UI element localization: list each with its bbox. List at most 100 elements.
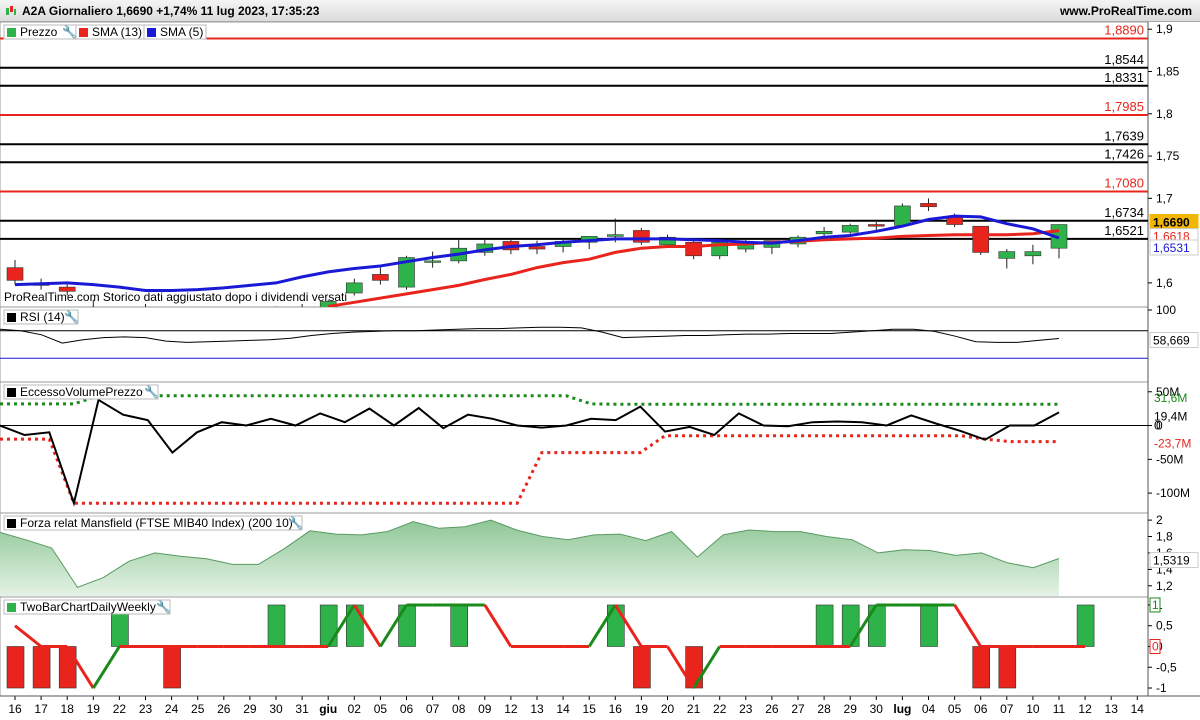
bar-down [633,646,651,689]
bar-down [163,646,181,689]
bar-up [1076,604,1095,647]
value-badge: 0 [1154,419,1161,433]
x-tick-label: 12 [504,702,518,716]
y-tick-label: -100M [1156,486,1190,500]
level-label: 1,8544 [1104,52,1144,67]
x-tick-label: 27 [791,702,805,716]
x-tick-label: 07 [426,702,440,716]
chart-background [0,22,1200,720]
x-tick-label: 14 [1131,702,1145,716]
bar-up [319,604,338,647]
x-tick-label: lug [893,702,911,716]
x-tick-label: 04 [922,702,936,716]
x-tick-label: 30 [870,702,884,716]
candle-body [606,234,624,237]
y-tick-label: 1,7 [1156,191,1173,205]
level-label: 1,6734 [1104,205,1144,220]
level-label: 1,7080 [1104,176,1144,191]
mansfield-swatch [7,519,16,528]
x-tick-label: 30 [269,702,283,716]
x-tick-label: 21 [687,702,701,716]
candle-body [920,203,937,208]
y-tick-label: 1,8 [1156,530,1173,544]
x-tick-label: 08 [452,702,466,716]
rsi-swatch [7,313,16,322]
x-tick-label: 14 [556,702,570,716]
legend-label: TwoBarChartDailyWeekly [20,600,156,614]
sma13-swatch [79,28,88,37]
legend-item-eccesso[interactable]: EccessoVolumePrezzo 🔧 [3,384,159,400]
legend-item-sma5[interactable]: SMA (5) [143,24,207,40]
bar-down [6,646,25,689]
legend-label: SMA (13) [92,25,142,39]
x-tick-label: 13 [1105,702,1119,716]
legend-item-mansfield[interactable]: Forza relat Mansfield (FTSE MIB40 Index)… [3,515,303,531]
y-tick-label: 0,5 [1156,619,1173,633]
y-tick-label: 1,6 [1156,276,1173,290]
x-tick-label: 26 [217,702,231,716]
candle-body [815,230,833,235]
x-tick-label: 25 [191,702,205,716]
level-label: 1,8890 [1104,23,1144,38]
window-title: A2A Giornaliero 1,6690 +1,74% 11 lug 202… [22,4,320,18]
eccesso-swatch [7,388,16,397]
y-tick-label: 2 [1156,513,1163,527]
site-url[interactable]: www.ProRealTime.com [1060,4,1192,18]
x-tick-label: 28 [817,702,831,716]
candle-body [633,230,650,243]
legend-label: Prezzo [20,25,58,39]
level-label: 1,8331 [1104,70,1144,85]
candle-body [867,224,885,227]
candle-body [345,282,363,294]
legend-item-prezzo[interactable]: Prezzo 🔧 [3,24,77,40]
x-tick-label: 16 [609,702,623,716]
wrench-icon[interactable]: 🔧 [62,24,77,39]
wrench-icon[interactable]: 🔧 [64,309,79,324]
candle-body [424,260,441,263]
y-tick-label: 1,2 [1156,579,1173,593]
candle-body [841,225,859,233]
x-tick-label: 09 [478,702,492,716]
candle-body [6,267,24,281]
sma5-swatch [147,28,156,37]
legend-item-rsi[interactable]: RSI (14) 🔧 [3,309,79,325]
bar-up [815,604,834,647]
title-bar: A2A Giornaliero 1,6690 +1,74% 11 lug 202… [0,0,1200,22]
y-tick-label: 100 [1156,303,1176,317]
x-tick-label: 11 [1053,702,1066,716]
price-badge-label: 1,5319 [1153,554,1190,568]
candle-body [685,241,702,257]
bar-down [998,646,1017,689]
x-tick-label: giu [319,702,337,716]
level-label: 1,7985 [1104,99,1144,114]
legend-item-sma13[interactable]: SMA (13) [75,24,145,40]
y-tick-label: -0,5 [1156,660,1177,674]
x-tick-label: 19 [635,702,649,716]
price-badge-label: 1,6690 [1153,216,1190,230]
wrench-icon[interactable]: 🔧 [156,599,171,614]
x-tick-label: 05 [374,702,388,716]
x-tick-label: 23 [739,702,753,716]
x-tick-label: 29 [243,702,257,716]
bar-up [267,604,286,647]
x-tick-label: 18 [61,702,75,716]
candlestick-app-icon [6,6,16,15]
x-tick-label: 07 [1000,702,1014,716]
candle-body [528,246,546,250]
x-tick-label: 31 [295,702,309,716]
wrench-icon[interactable]: 🔧 [288,515,303,530]
x-tick-label: 22 [113,702,127,716]
level-label: 1,7426 [1104,146,1144,161]
x-tick-label: 23 [139,702,153,716]
level-label: 1,7639 [1104,128,1144,143]
legend-item-twobar[interactable]: TwoBarChartDailyWeekly 🔧 [3,599,171,615]
prezzo-swatch [7,28,16,37]
price-badge-label: 1,6531 [1153,241,1190,255]
twobar-swatch [7,603,16,612]
x-tick-label: 05 [948,702,962,716]
candle-body [972,225,990,253]
y-tick-label: 1,75 [1156,149,1180,163]
bar-up [841,604,860,647]
legend-label: RSI (14) [20,310,65,324]
wrench-icon[interactable]: 🔧 [144,384,159,399]
